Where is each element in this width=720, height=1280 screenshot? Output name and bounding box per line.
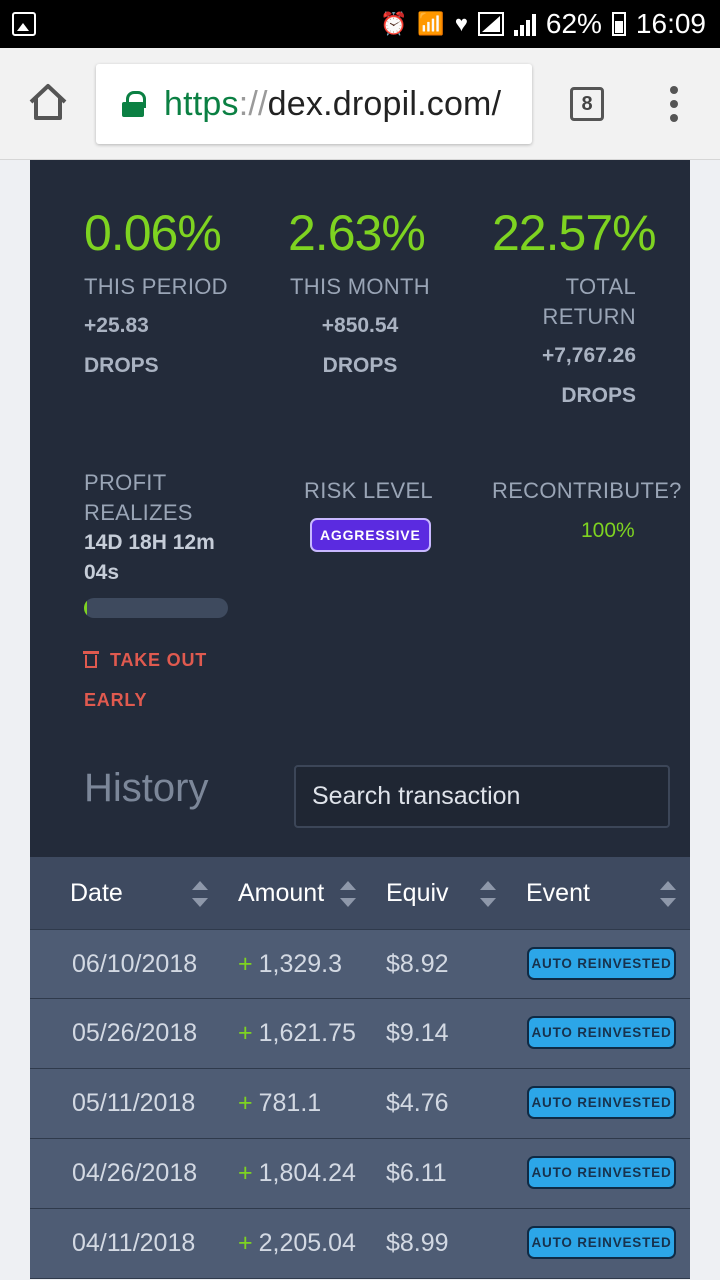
event-badge: AUTO REINVESTED: [527, 1226, 676, 1259]
table-row: 04/26/2018 +1,804.24 $6.11 AUTO REINVEST…: [30, 1139, 690, 1209]
cell-date: 05/11/2018: [72, 1088, 196, 1117]
cell-equiv: $6.11: [386, 1158, 447, 1187]
column-header-equiv[interactable]: Equiv: [386, 857, 449, 929]
cell-amount: +1,621.75: [238, 1018, 356, 1047]
stat-unit: DROPS: [561, 384, 636, 407]
url-text: https://dex.dropil.com/: [164, 84, 502, 123]
column-header-amount[interactable]: Amount: [238, 857, 324, 929]
countdown-line2: 04s: [84, 561, 120, 584]
battery-percent: 62%: [545, 8, 602, 39]
history-table: Date Amount Equiv Event 06/10/2018 +1,32…: [30, 857, 690, 1279]
event-badge: AUTO REINVESTED: [527, 947, 676, 980]
cellular-signal-icon: [513, 12, 536, 36]
risk-level-badge: AGGRESSIVE: [310, 518, 431, 552]
lock-icon: [122, 91, 146, 117]
tab-switcher-button[interactable]: 8: [570, 87, 604, 121]
stat-this-month: 2.63% THIS MONTH +850.54 DROPS: [288, 208, 488, 386]
alarm-icon: ⏰: [380, 11, 408, 36]
cell-date: 04/11/2018: [72, 1228, 196, 1257]
trash-icon: [83, 651, 99, 668]
overflow-menu-icon[interactable]: [664, 86, 684, 126]
cell-amount: +1,329.3: [238, 949, 343, 978]
recontribute-label: RECONTRIBUTE?: [492, 478, 682, 503]
cell-equiv: $8.99: [386, 1228, 449, 1257]
stat-label: THIS MONTH: [290, 274, 430, 299]
profit-label-line2: REALIZES: [84, 500, 193, 525]
take-out-label-line2: EARLY: [84, 690, 148, 710]
recontribute-value[interactable]: 100%: [581, 516, 635, 546]
cell-equiv: $8.92: [386, 949, 449, 978]
stat-percent: 22.57%: [492, 205, 657, 261]
stat-unit: DROPS: [84, 354, 159, 377]
address-bar[interactable]: https://dex.dropil.com/: [96, 64, 532, 144]
cell-amount: +1,804.24: [238, 1158, 356, 1187]
stat-label: THIS PERIOD: [84, 274, 228, 299]
heart-icon: ♥: [454, 11, 468, 36]
cell-date: 05/26/2018: [72, 1018, 198, 1047]
event-badge: AUTO REINVESTED: [527, 1016, 676, 1049]
cell-equiv: $4.76: [386, 1088, 449, 1117]
stat-amount: +25.83: [84, 314, 149, 337]
table-header: Date Amount Equiv Event: [30, 857, 690, 929]
stat-amount: +7,767.26: [541, 344, 636, 367]
status-bar: ⏰ 📶 ♥ 62% 16:09: [0, 0, 720, 48]
countdown-line1: 14D 18H 12m: [84, 531, 215, 554]
table-row: 05/26/2018 +1,621.75 $9.14 AUTO REINVEST…: [30, 999, 690, 1069]
table-row: 05/11/2018 +781.1 $4.76 AUTO REINVESTED: [30, 1069, 690, 1139]
cell-amount: +781.1: [238, 1088, 322, 1117]
cell-date: 06/10/2018: [72, 949, 198, 978]
history-title: History: [84, 766, 209, 810]
stat-amount: +850.54: [321, 314, 399, 337]
stat-percent: 2.63%: [288, 205, 426, 261]
stat-label-line1: TOTAL: [565, 274, 636, 299]
signal-icon: [477, 12, 504, 36]
stat-this-period: 0.06% THIS PERIOD +25.83 DROPS: [84, 208, 274, 386]
cell-amount: +2,205.04: [238, 1228, 356, 1257]
table-row: 06/10/2018 +1,329.3 $8.92 AUTO REINVESTE…: [30, 929, 690, 999]
stat-total-return: 22.57% TOTAL RETURN +7,767.26 DROPS: [492, 208, 682, 416]
stat-label-line2: RETURN: [542, 304, 636, 329]
take-out-early-button[interactable]: TAKE OUT EARLY: [83, 640, 234, 720]
sort-icon[interactable]: [339, 881, 357, 907]
event-badge: AUTO REINVESTED: [527, 1156, 676, 1189]
cell-date: 04/26/2018: [72, 1158, 198, 1187]
progress-fill: [84, 598, 87, 618]
risk-level-label: RISK LEVEL: [304, 478, 433, 503]
gallery-notification-icon: [12, 12, 36, 36]
column-header-event[interactable]: Event: [526, 857, 590, 929]
sort-icon[interactable]: [479, 881, 497, 907]
column-header-date[interactable]: Date: [70, 857, 123, 929]
table-row: 04/11/2018 +2,205.04 $8.99 AUTO REINVEST…: [30, 1209, 690, 1279]
stat-percent: 0.06%: [84, 205, 222, 261]
sort-icon[interactable]: [191, 881, 209, 907]
clock: 16:09: [635, 8, 706, 39]
stat-unit: DROPS: [322, 354, 398, 377]
wifi-icon: 📶: [417, 11, 445, 36]
profit-realizes: PROFIT REALIZES 14D 18H 12m 04s: [84, 468, 264, 588]
search-transaction-input[interactable]: [294, 765, 670, 828]
sort-icon[interactable]: [659, 881, 677, 907]
profit-progress-bar: [84, 598, 228, 618]
take-out-label-line1: TAKE OUT: [110, 650, 208, 670]
portfolio-card: 0.06% THIS PERIOD +25.83 DROPS 2.63% THI…: [30, 160, 690, 857]
status-icons: ⏰ 📶 ♥ 62% 16:09: [380, 0, 706, 48]
profit-label-line1: PROFIT: [84, 470, 167, 495]
battery-icon: [611, 12, 626, 36]
home-icon[interactable]: [26, 80, 70, 124]
browser-toolbar: https://dex.dropil.com/ 8: [0, 48, 720, 160]
cell-equiv: $9.14: [386, 1018, 449, 1047]
event-badge: AUTO REINVESTED: [527, 1086, 676, 1119]
